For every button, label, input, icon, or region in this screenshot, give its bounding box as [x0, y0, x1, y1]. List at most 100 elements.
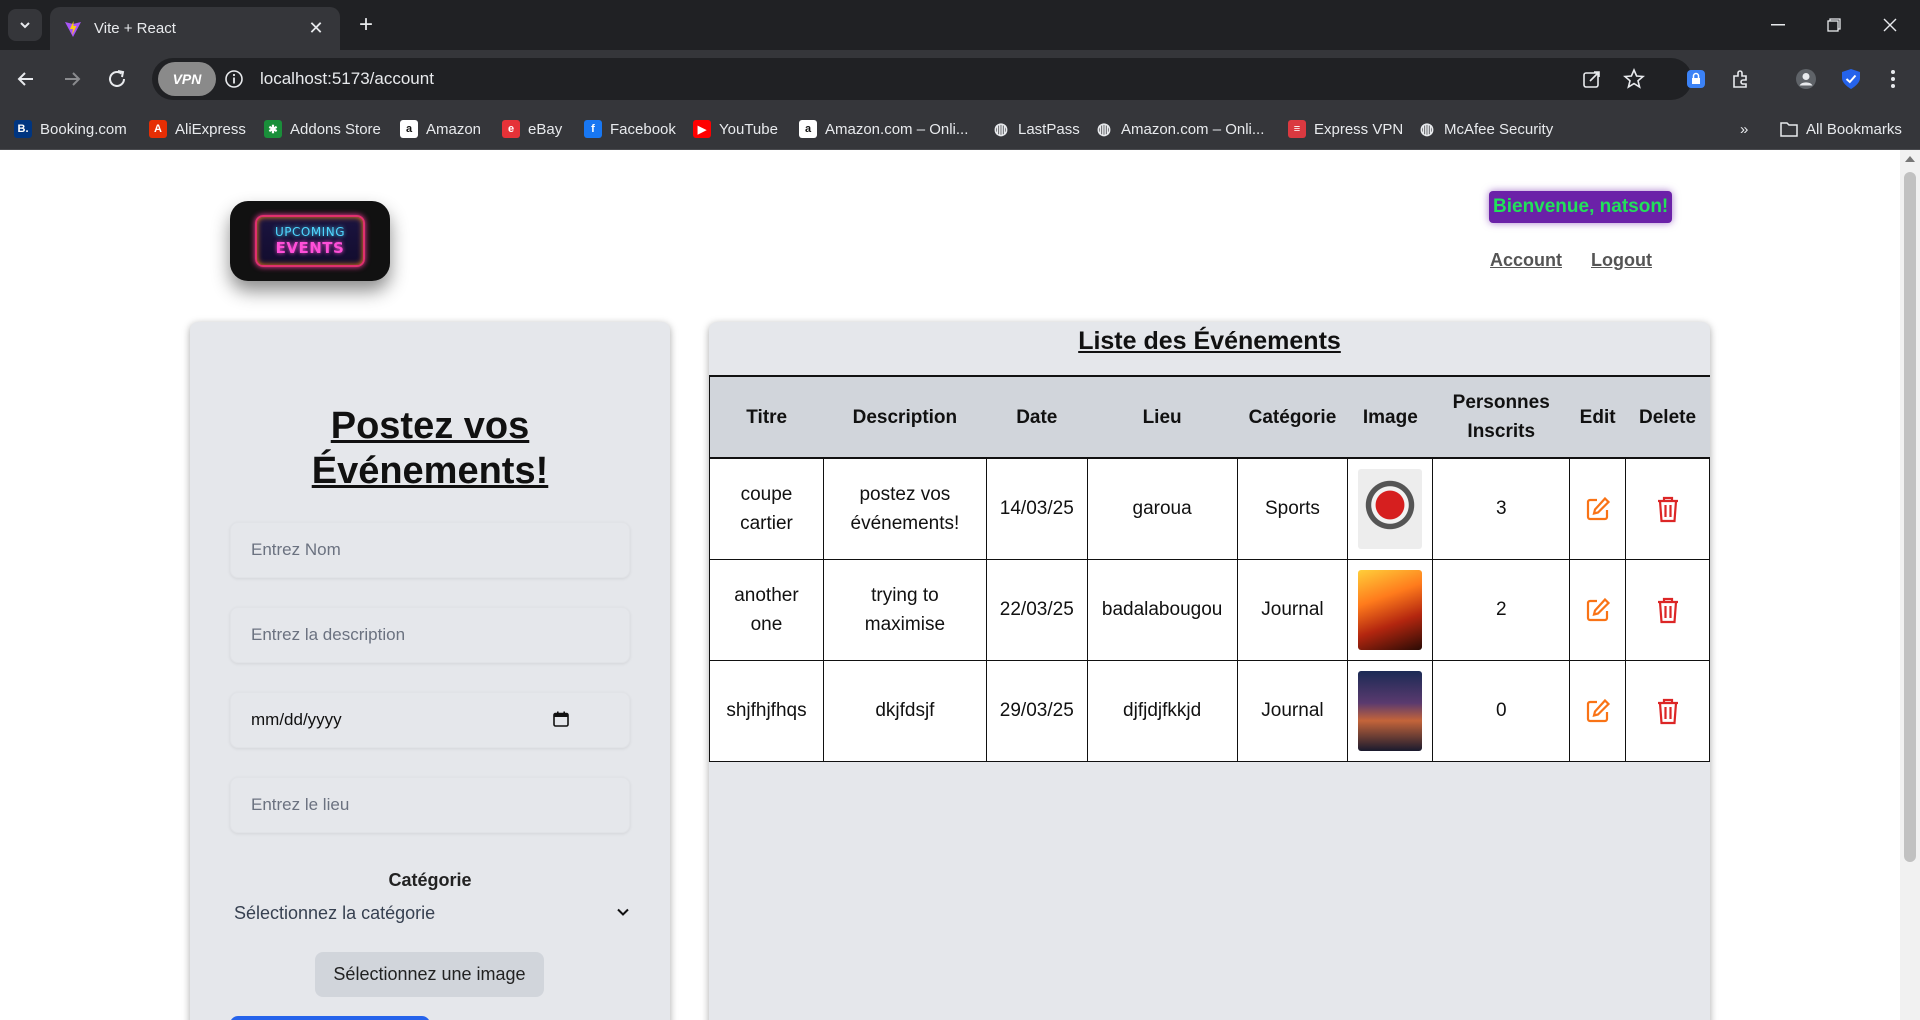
event-category-cell: Journal [1236, 558, 1349, 661]
bookmark-item[interactable]: ✱ Addons Store [264, 117, 381, 141]
new-tab-icon[interactable]: + [352, 11, 380, 39]
event-date-cell: 14/03/25 [985, 457, 1088, 560]
logout-link[interactable]: Logout [1591, 250, 1652, 271]
url-path: :5173/account [327, 69, 434, 88]
bookmark-label: Booking.com [40, 120, 127, 138]
name-input[interactable]: Entrez Nom [230, 522, 630, 578]
shield-extension-icon[interactable] [1838, 66, 1864, 92]
column-header-registered: Personnes Inscrits [1432, 375, 1570, 459]
bookmark-item[interactable]: ◍ McAfee Security [1418, 117, 1553, 141]
category-label: Catégorie [388, 870, 472, 890]
logo-line-1: UPCOMING [274, 225, 345, 239]
upcoming-events-logo[interactable]: UPCOMING EVENTS [230, 201, 390, 281]
column-header-title: Titre [709, 375, 824, 459]
events-title: Liste des Événements [1078, 327, 1341, 355]
amazon-icon: a [400, 120, 418, 138]
bookmark-item[interactable]: ≡ Express VPN [1288, 117, 1403, 141]
site-info-icon[interactable] [224, 69, 244, 89]
account-link[interactable]: Account [1490, 250, 1562, 271]
edit-icon[interactable] [1583, 595, 1613, 625]
share-icon[interactable] [1580, 67, 1604, 91]
url-host: localhost [260, 69, 328, 88]
trash-icon[interactable] [1653, 696, 1683, 726]
table-row: coupe cartier postez vos événements! 14/… [709, 457, 1710, 560]
tab-search-button[interactable] [8, 9, 42, 41]
password-manager-icon[interactable] [1683, 66, 1709, 92]
back-icon[interactable] [10, 63, 42, 95]
bookmark-label: Facebook [610, 120, 676, 138]
address-bar[interactable]: VPN localhost:5173/account [152, 58, 1692, 100]
select-image-button[interactable]: Sélectionnez une image [315, 952, 544, 997]
bookmark-item[interactable]: f Facebook [584, 117, 676, 141]
scrollbar-thumb[interactable] [1904, 172, 1916, 862]
event-registered-cell: 0 [1432, 659, 1571, 762]
trash-icon[interactable] [1653, 494, 1683, 524]
date-input[interactable]: mm/dd/yyyy [230, 692, 630, 748]
more-menu-icon[interactable] [1880, 66, 1906, 92]
close-window-icon[interactable] [1862, 0, 1918, 50]
bookmark-item[interactable]: ◍ Amazon.com – Onli... [1095, 117, 1264, 141]
browser-tab-active[interactable]: Vite + React ✕ [50, 7, 340, 50]
bookmark-star-icon[interactable] [1622, 67, 1646, 91]
bookmark-label: YouTube [719, 120, 778, 138]
all-bookmarks-label: All Bookmarks [1806, 120, 1902, 138]
url-text[interactable]: localhost:5173/account [260, 69, 434, 89]
submit-button[interactable] [230, 1016, 430, 1020]
table-row: another one trying to maximise 22/03/25 … [709, 558, 1710, 661]
delete-cell [1625, 457, 1710, 560]
welcome-badge: Bienvenue, natson! [1489, 191, 1673, 223]
close-tab-icon[interactable]: ✕ [304, 17, 328, 41]
ebay-icon: e [502, 120, 520, 138]
amazon-icon: a [799, 120, 817, 138]
reload-icon[interactable] [101, 63, 133, 95]
event-location-cell: badalabougou [1086, 558, 1238, 661]
forward-icon[interactable] [56, 63, 88, 95]
edit-icon[interactable] [1583, 494, 1613, 524]
bookmark-item[interactable]: ◍ LastPass [992, 117, 1080, 141]
category-select[interactable]: Sélectionnez la catégorie [234, 898, 630, 928]
bookmark-item[interactable]: e eBay [502, 117, 562, 141]
location-input[interactable]: Entrez le lieu [230, 777, 630, 833]
vpn-button[interactable]: VPN [158, 62, 216, 96]
bookmark-label: Express VPN [1314, 120, 1404, 138]
bookmark-label: McAfee Security [1444, 120, 1554, 138]
minimize-icon[interactable] [1750, 0, 1806, 50]
event-image-cell [1347, 659, 1434, 762]
bookmarks-bar: » All Bookmarks B. Booking.com A AliExpress… [0, 108, 1920, 150]
event-image [1358, 670, 1423, 751]
event-image-cell [1347, 558, 1434, 661]
logo-line-2: EVENTS [275, 239, 345, 257]
bookmark-label: LastPass [1018, 120, 1080, 138]
scroll-up-icon[interactable] [1905, 156, 1915, 162]
bookmark-item[interactable]: B. Booking.com [14, 117, 127, 141]
bookmarks-overflow-icon[interactable]: » [1740, 117, 1748, 141]
profile-icon[interactable] [1793, 66, 1819, 92]
chevron-down-icon [617, 908, 629, 916]
delete-cell [1625, 558, 1710, 661]
column-header-category: Catégorie [1237, 375, 1348, 459]
extensions-icon[interactable] [1728, 66, 1754, 92]
page-scrollbar[interactable] [1900, 150, 1920, 1020]
event-description-cell: dkjfdsjf [822, 659, 987, 762]
event-title-cell: shjfhjfhqs [709, 659, 824, 762]
folder-icon [1780, 122, 1798, 137]
trash-icon[interactable] [1653, 595, 1683, 625]
column-header-date: Date [986, 375, 1088, 459]
calendar-icon[interactable] [553, 711, 569, 727]
browser-tabstrip: Vite + React ✕ + [0, 0, 1920, 50]
events-table: Titre Description Date Lieu Catégorie Im… [709, 375, 1710, 762]
chevron-down-icon [20, 22, 30, 29]
event-image [1358, 468, 1423, 549]
restore-icon[interactable] [1806, 0, 1862, 50]
edit-icon[interactable] [1583, 696, 1613, 726]
all-bookmarks-button[interactable]: All Bookmarks [1780, 117, 1902, 141]
column-header-location: Lieu [1087, 375, 1238, 459]
bookmark-item[interactable]: a Amazon.com – Onli... [799, 117, 968, 141]
bookmark-item[interactable]: a Amazon [400, 117, 481, 141]
date-value: mm/dd/yyyy [251, 710, 342, 729]
event-image [1358, 569, 1423, 650]
bookmark-item[interactable]: ▶ YouTube [693, 117, 778, 141]
description-input[interactable]: Entrez la description [230, 607, 630, 663]
bookmark-item[interactable]: A AliExpress [149, 117, 246, 141]
form-title-line-2: Événements! [311, 450, 549, 492]
